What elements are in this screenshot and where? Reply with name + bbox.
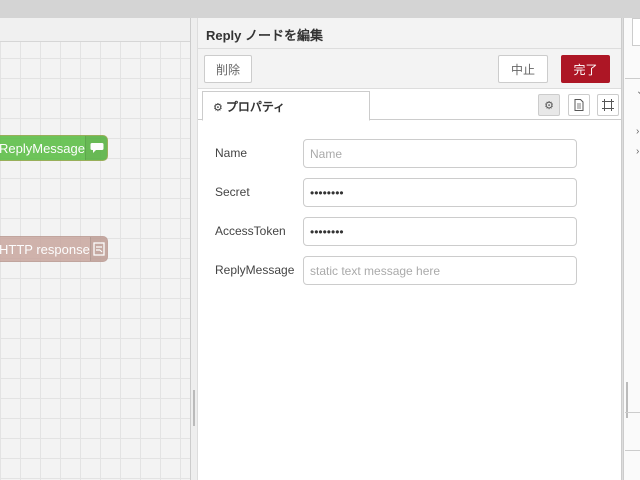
- chevron-down-icon[interactable]: ⌄: [636, 86, 640, 97]
- node-settings-button[interactable]: ⚙: [538, 94, 560, 116]
- workspace-tab-bar: [0, 18, 192, 42]
- reply-message-label: ReplyMessage: [215, 263, 295, 277]
- access-token-input[interactable]: [303, 217, 577, 246]
- flow-node-replymessage[interactable]: ReplyMessage: [0, 135, 108, 161]
- speech-bubble-icon: [85, 136, 107, 160]
- form-row-name: Name: [198, 139, 622, 169]
- gear-icon: ⚙: [544, 99, 554, 112]
- expand-icon[interactable]: ›: [636, 126, 639, 137]
- tab-label: プロパティ: [225, 100, 286, 114]
- name-label: Name: [215, 146, 248, 160]
- tray-title: Reply ノードを編集: [198, 18, 621, 49]
- divider: [625, 412, 640, 413]
- sidebar-tab[interactable]: [632, 18, 640, 46]
- flow-node-http-response[interactable]: HTTP response: [0, 236, 108, 262]
- secret-input[interactable]: [303, 178, 577, 207]
- right-sidebar: ⌄ › ›: [623, 18, 640, 480]
- form-row-reply-message: ReplyMessage: [198, 256, 622, 286]
- edit-tray: Reply ノードを編集 削除 中止 完了 ⚙プロパティ ⚙ Name Secr…: [198, 18, 622, 480]
- divider: [625, 450, 640, 451]
- name-input[interactable]: [303, 139, 577, 168]
- form-row-access-token: AccessToken: [198, 217, 622, 247]
- response-icon: [89, 237, 107, 261]
- frame-icon: [602, 99, 614, 111]
- expand-icon[interactable]: ›: [636, 146, 639, 157]
- top-strip: [0, 0, 640, 18]
- secret-label: Secret: [215, 185, 250, 199]
- reply-message-input[interactable]: [303, 256, 577, 285]
- access-token-label: AccessToken: [215, 224, 286, 238]
- node-description-button[interactable]: [568, 94, 590, 116]
- divider: [625, 78, 640, 79]
- done-button[interactable]: 完了: [561, 55, 610, 83]
- node-label: HTTP response: [0, 241, 90, 257]
- cancel-button[interactable]: 中止: [498, 55, 548, 83]
- form-row-secret: Secret: [198, 178, 622, 208]
- delete-button[interactable]: 削除: [204, 55, 252, 83]
- tab-properties[interactable]: ⚙ プロパティ: [202, 91, 370, 121]
- node-label: ReplyMessage: [0, 140, 85, 156]
- document-icon: [574, 99, 584, 111]
- tray-toolbar: 削除 中止 完了: [198, 49, 621, 89]
- node-appearance-button[interactable]: [597, 94, 619, 116]
- splitter-grip[interactable]: [193, 390, 195, 426]
- flow-workspace[interactable]: ReplyMessage HTTP response: [0, 18, 192, 480]
- gear-icon: ⚙: [213, 102, 223, 114]
- editor-splitter[interactable]: [190, 18, 198, 480]
- tray-tabs: ⚙ プロパティ ⚙: [198, 89, 621, 121]
